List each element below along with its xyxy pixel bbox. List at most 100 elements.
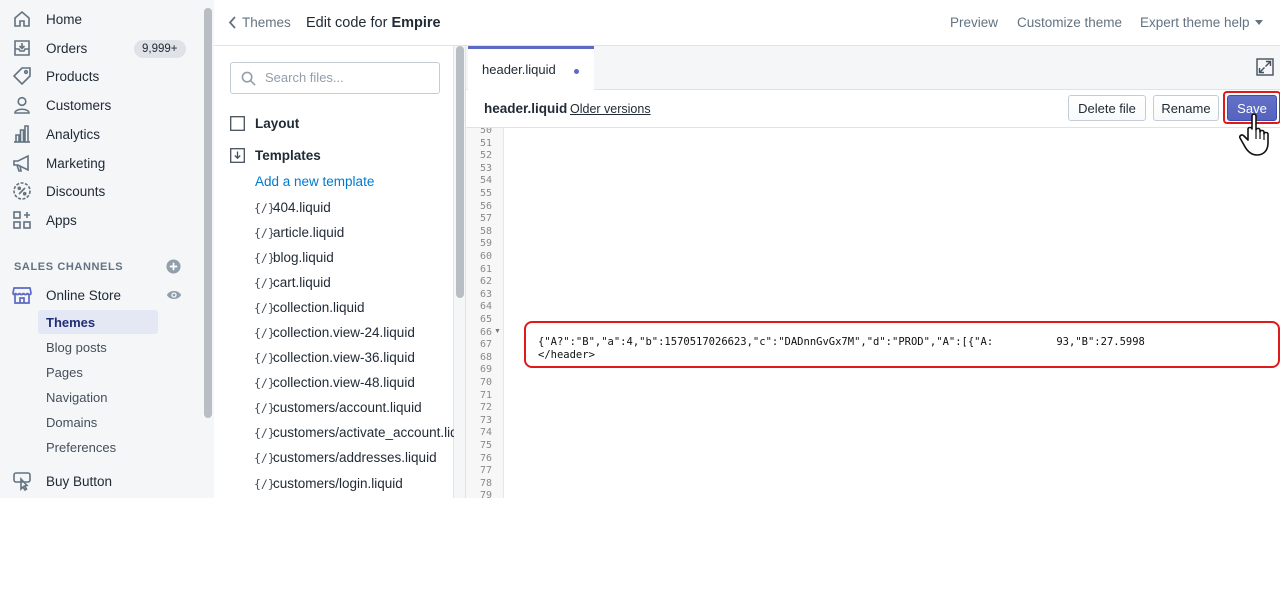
liquid-file-icon: {/} [254,226,275,240]
fold-arrow-icon[interactable]: ▼ [494,328,501,335]
nav-label: Orders [46,40,88,56]
megaphone-icon [13,154,29,172]
back-to-themes-link[interactable]: Themes [242,15,291,30]
file-browser-scrollbar[interactable] [456,46,464,298]
file-item[interactable]: {/} customers/addresses.liquid [254,449,454,471]
subnav-label: Preferences [46,440,117,455]
liquid-file-icon: {/} [254,201,275,215]
subnav-domains[interactable]: Domains [38,410,158,434]
app-window: Home Orders 9,999+ Products Customers An… [0,0,1280,498]
tab-label: header.liquid [482,62,556,77]
file-item[interactable]: {/} article.liquid [254,224,454,246]
nav-item-marketing[interactable]: Marketing [0,149,200,177]
line-number: 59 [479,238,492,250]
line-number: 68 [479,351,492,363]
subnav-preferences[interactable]: Preferences [38,435,158,459]
subnav-label: Navigation [46,390,108,405]
folder-layout[interactable]: Layout [230,114,440,136]
file-item[interactable]: {/} collection.view-24.liquid [254,324,454,346]
nav-item-customers[interactable]: Customers [0,91,200,119]
line-number: 58 [479,225,492,237]
line-number: 56 [479,200,492,212]
liquid-file-icon: {/} [254,376,275,390]
file-item[interactable]: {/} collection.liquid [254,299,454,321]
preview-link[interactable]: Preview [950,15,998,30]
subnav-themes[interactable]: Themes [38,310,158,334]
add-sales-channel-icon[interactable] [166,259,181,274]
liquid-file-icon: {/} [254,301,275,315]
subnav-pages[interactable]: Pages [38,360,158,384]
nav-item-apps[interactable]: Apps [0,206,200,234]
line-number: 57 [479,213,492,225]
line-number: 63 [479,288,492,300]
line-number: 73 [479,414,492,426]
nav-item-analytics[interactable]: Analytics [0,120,200,148]
rename-button[interactable]: Rename [1153,95,1219,121]
sidebar-scrollbar[interactable] [204,8,212,418]
file-name: blog.liquid [273,250,334,265]
sales-channels-title: SALES CHANNELS [14,261,124,273]
nav-label: Online Store [46,287,122,303]
subnav-label: Pages [46,365,83,380]
subnav-navigation[interactable]: Navigation [38,385,158,409]
nav-item-products[interactable]: Products [0,62,200,90]
bar-chart-icon [14,125,30,143]
code-editor: header.liquid header.liquid Older versio… [465,46,1280,498]
subnav-blog-posts[interactable]: Blog posts [38,335,158,359]
search-files-input[interactable] [265,70,433,85]
pointing-hand-cursor-icon [1238,113,1269,156]
line-number-gutter: 50 51 52 53 54 55 56 57 58 59 60 61 62 6… [466,128,504,498]
line-number: 53 [479,162,492,174]
file-item[interactable]: {/} collection.view-36.liquid [254,349,454,371]
folder-templates[interactable]: Templates [230,146,440,168]
file-name: article.liquid [273,225,345,240]
page-title-prefix: Edit code for [306,15,392,31]
expert-theme-help-link[interactable]: Expert theme help [1140,15,1250,30]
file-item[interactable]: {/}customers/activate_account.liquid [254,424,454,446]
line-number: 52 [479,150,492,162]
liquid-file-icon: {/} [254,451,275,465]
home-icon [14,10,30,27]
line-number: 64 [479,301,492,313]
line-number: 60 [479,251,492,262]
nav-item-orders[interactable]: Orders 9,999+ [0,34,200,62]
search-files-box[interactable] [230,62,440,94]
line-number: 67 [479,339,492,351]
customize-theme-link[interactable]: Customize theme [1017,15,1122,30]
file-item[interactable]: {/} blog.liquid [254,249,454,271]
file-item[interactable]: {/} cart.liquid [254,274,454,296]
nav-item-home[interactable]: Home [0,5,200,33]
line-number: 77 [479,465,492,477]
tab-header-liquid[interactable]: header.liquid [468,46,594,91]
caret-down-icon[interactable] [1255,20,1263,26]
older-versions-link[interactable]: Older versions [570,102,651,116]
file-name: 404.liquid [273,200,331,215]
nav-item-discounts[interactable]: Discounts [0,177,200,205]
orders-icon [14,40,30,56]
file-name: collection.view-24.liquid [273,325,415,340]
file-item[interactable]: {/} collection.view-48.liquid [254,374,454,396]
line-number: 54 [479,175,492,187]
file-item[interactable]: {/} customers/account.liquid [254,399,454,421]
add-new-template-link[interactable]: Add a new template [255,174,374,189]
liquid-file-icon: {/} [254,276,275,290]
expand-icon[interactable] [1256,58,1274,76]
nav-label: Analytics [46,126,101,142]
store-icon [12,287,32,304]
eye-icon[interactable] [166,288,182,302]
nav-item-buy-button[interactable]: Buy Button [0,467,200,495]
code-area[interactable]: 50 51 52 53 54 55 56 57 58 59 60 61 62 6… [466,128,1280,498]
line-number: 76 [479,452,492,464]
apps-icon [13,211,31,229]
file-name: collection.view-36.liquid [273,350,415,365]
file-name: collection.view-48.liquid [273,375,415,390]
file-item[interactable]: {/} customers/login.liquid [254,475,454,497]
code-line-67: {"A?":"B","a":4,"b":1570517026623,"c":"D… [538,336,1145,348]
line-number: 55 [479,188,492,199]
file-item[interactable]: {/} 404.liquid [254,199,454,221]
current-file-name: header.liquid [484,101,568,116]
file-name: customers/addresses.liquid [273,450,437,465]
file-browser: Layout Templates Add a new template {/}4… [214,46,454,498]
delete-file-button[interactable]: Delete file [1068,95,1146,121]
chevron-left-icon[interactable] [228,16,236,29]
